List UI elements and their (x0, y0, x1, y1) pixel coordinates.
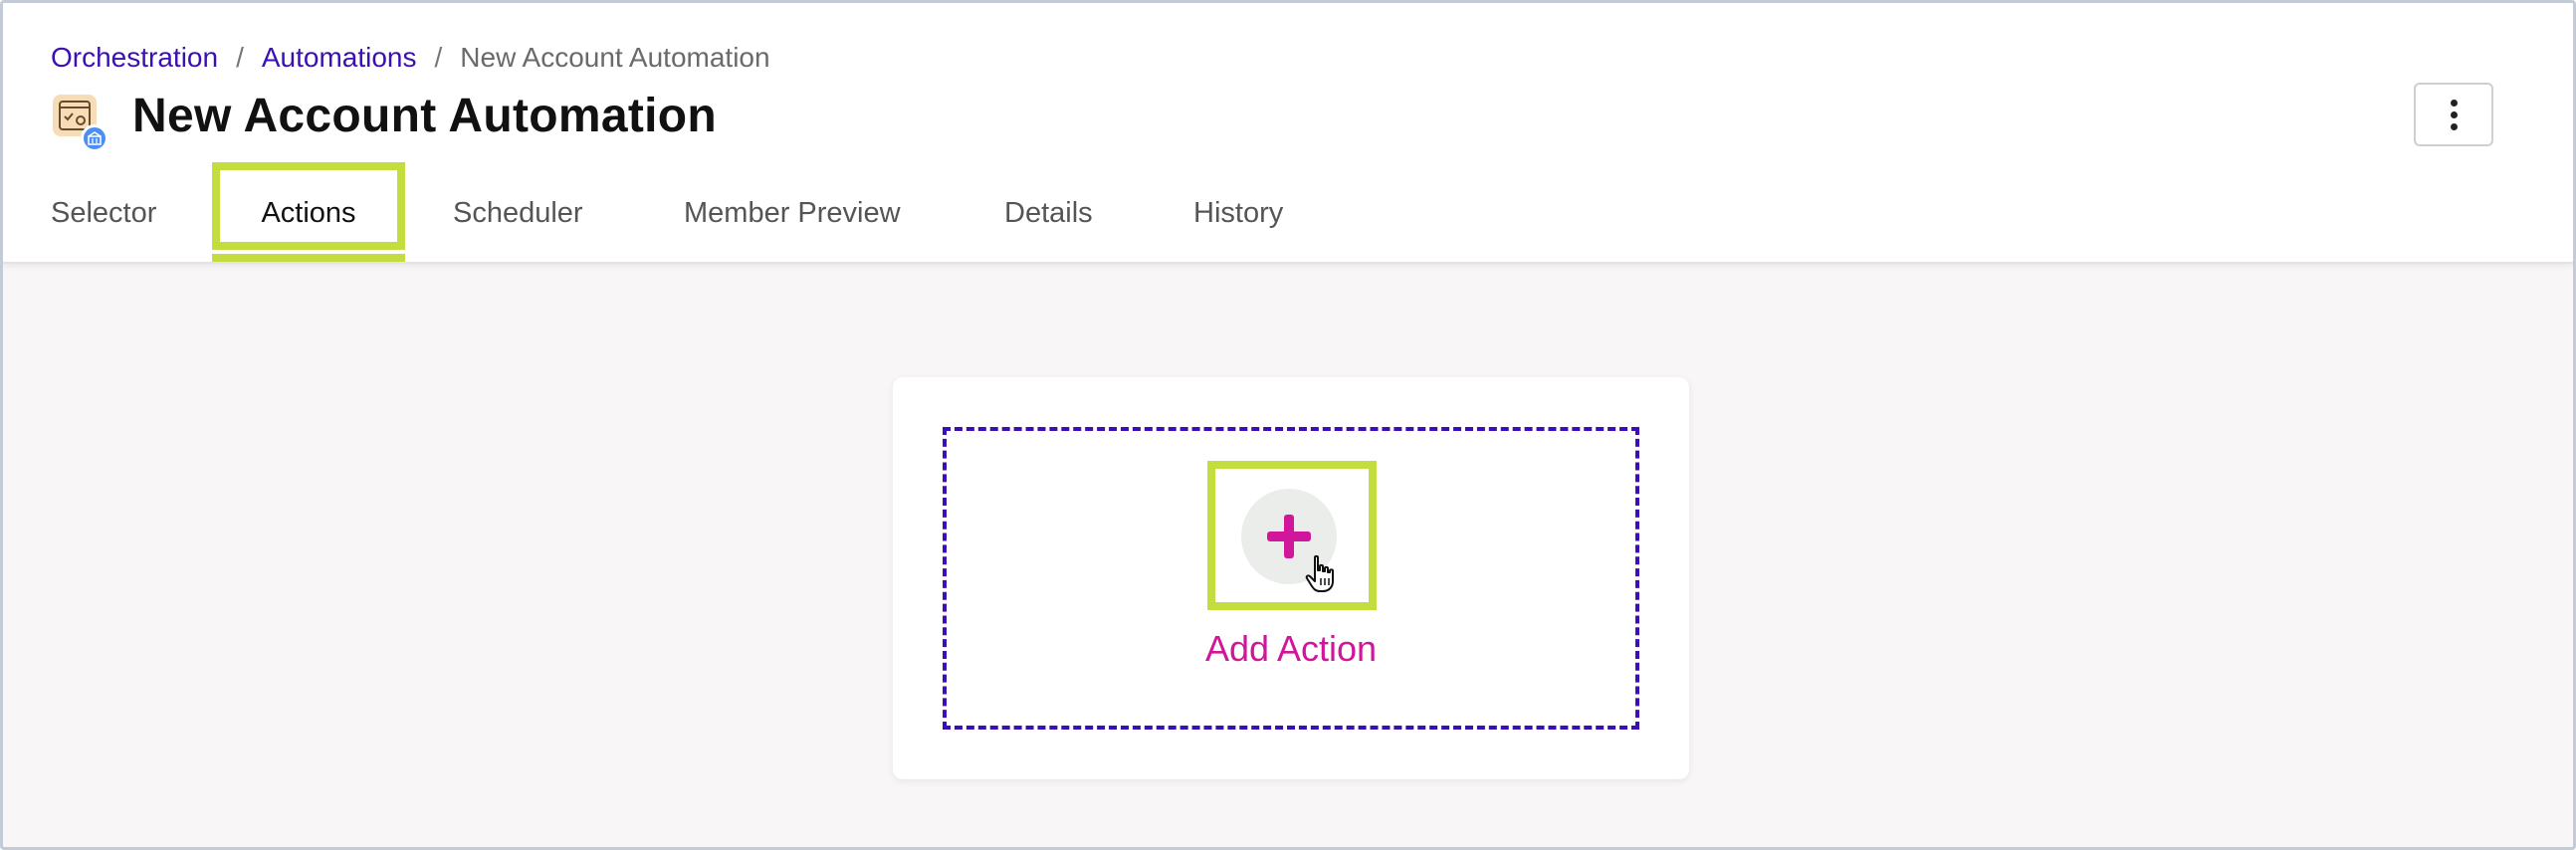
actions-card: Add Action (893, 377, 1689, 779)
breadcrumb-separator: / (236, 42, 244, 73)
kebab-dot (2450, 122, 2458, 130)
tab-details[interactable]: Details (1004, 162, 1093, 264)
tab-actions[interactable]: Actions (212, 162, 405, 264)
hand-cursor-icon (1305, 554, 1334, 592)
automation-icon (51, 91, 108, 152)
tab-bar: Selector Actions Scheduler Member Previe… (3, 162, 2573, 264)
building-badge-icon (81, 123, 108, 152)
add-action-label[interactable]: Add Action (947, 628, 1635, 670)
tab-selector[interactable]: Selector (51, 162, 156, 264)
breadcrumb-orchestration[interactable]: Orchestration (51, 41, 218, 75)
breadcrumb-automations[interactable]: Automations (262, 41, 417, 75)
kebab-menu-button[interactable] (2414, 83, 2493, 146)
tab-scheduler[interactable]: Scheduler (453, 162, 583, 264)
add-action-dropzone[interactable]: Add Action (943, 427, 1639, 730)
breadcrumb-current: New Account Automation (460, 42, 770, 73)
window-frame: Orchestration / Automations / New Accoun… (0, 0, 2576, 850)
page-title: New Account Automation (132, 90, 718, 142)
tab-member-preview[interactable]: Member Preview (684, 162, 901, 264)
tab-history[interactable]: History (1193, 162, 1283, 264)
kebab-dot (2450, 99, 2458, 106)
title-row: New Account Automation (51, 89, 718, 152)
page-header: Orchestration / Automations / New Accoun… (3, 3, 2573, 264)
breadcrumb-separator: / (434, 42, 443, 73)
kebab-dot (2450, 110, 2458, 118)
active-tab-underline (212, 254, 405, 262)
add-action-highlight (1207, 461, 1377, 610)
breadcrumb: Orchestration / Automations / New Accoun… (51, 41, 770, 75)
